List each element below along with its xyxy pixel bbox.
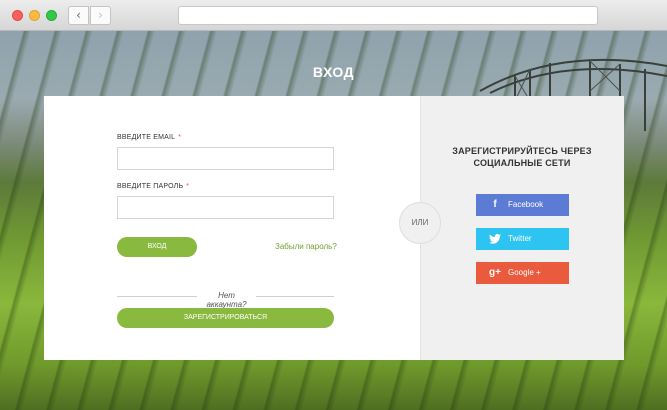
facebook-label: Facebook bbox=[508, 200, 544, 209]
login-form-panel: ВВЕДИТЕ EMAIL * ВВЕДИТЕ ПАРОЛЬ * ВХОД Забы… bbox=[44, 96, 420, 360]
password-label: ВВЕДИТЕ ПАРОЛЬ * bbox=[117, 183, 190, 190]
social-title-line1: ЗАРЕГИСТРИРУЙТЕСЬ ЧЕРЕЗ bbox=[452, 146, 592, 156]
facebook-icon: f bbox=[493, 199, 497, 210]
email-field[interactable] bbox=[117, 147, 334, 170]
password-field[interactable] bbox=[117, 196, 334, 219]
divider-left bbox=[117, 296, 197, 297]
register-button[interactable]: ЗАРЕГИСТРИРОВАТЬСЯ bbox=[117, 308, 334, 328]
close-window-button[interactable] bbox=[12, 10, 23, 21]
minimize-window-button[interactable] bbox=[29, 10, 40, 21]
forgot-password-link[interactable]: Забыли пароль? bbox=[275, 242, 337, 251]
maximize-window-button[interactable] bbox=[46, 10, 57, 21]
required-mark: * bbox=[178, 134, 182, 141]
google-plus-label: Google + bbox=[508, 268, 541, 277]
twitter-label: Twitter bbox=[508, 234, 532, 243]
or-separator: ИЛИ bbox=[399, 202, 441, 244]
email-label: ВВЕДИТЕ EMAIL * bbox=[117, 134, 182, 141]
page-background: ВХОД ВВЕДИТЕ EMAIL * ВВЕДИТЕ ПАРОЛЬ * ВХОД… bbox=[0, 31, 667, 410]
back-button[interactable]: ‹ bbox=[68, 6, 89, 25]
divider-right bbox=[256, 296, 334, 297]
no-account-text: Нет аккаунта? bbox=[206, 291, 247, 309]
address-bar[interactable] bbox=[178, 6, 598, 25]
facebook-button[interactable]: f Facebook bbox=[476, 194, 569, 216]
google-plus-icon: g+ bbox=[489, 267, 501, 278]
twitter-button[interactable]: Twitter bbox=[476, 228, 569, 250]
page-title: ВХОД bbox=[312, 64, 355, 80]
twitter-icon bbox=[488, 228, 502, 253]
forward-button[interactable]: › bbox=[90, 6, 111, 25]
required-mark: * bbox=[186, 183, 190, 190]
social-title-line2: СОЦИАЛЬНЫЕ СЕТИ bbox=[473, 158, 571, 168]
browser-toolbar: ‹ › bbox=[0, 0, 667, 31]
social-title: ЗАРЕГИСТРИРУЙТЕСЬ ЧЕРЕЗ СОЦИАЛЬНЫЕ СЕТИ bbox=[420, 145, 624, 169]
login-button[interactable]: ВХОД bbox=[117, 237, 197, 257]
login-card: ВВЕДИТЕ EMAIL * ВВЕДИТЕ ПАРОЛЬ * ВХОД Забы… bbox=[44, 96, 624, 360]
google-plus-button[interactable]: g+ Google + bbox=[476, 262, 569, 284]
